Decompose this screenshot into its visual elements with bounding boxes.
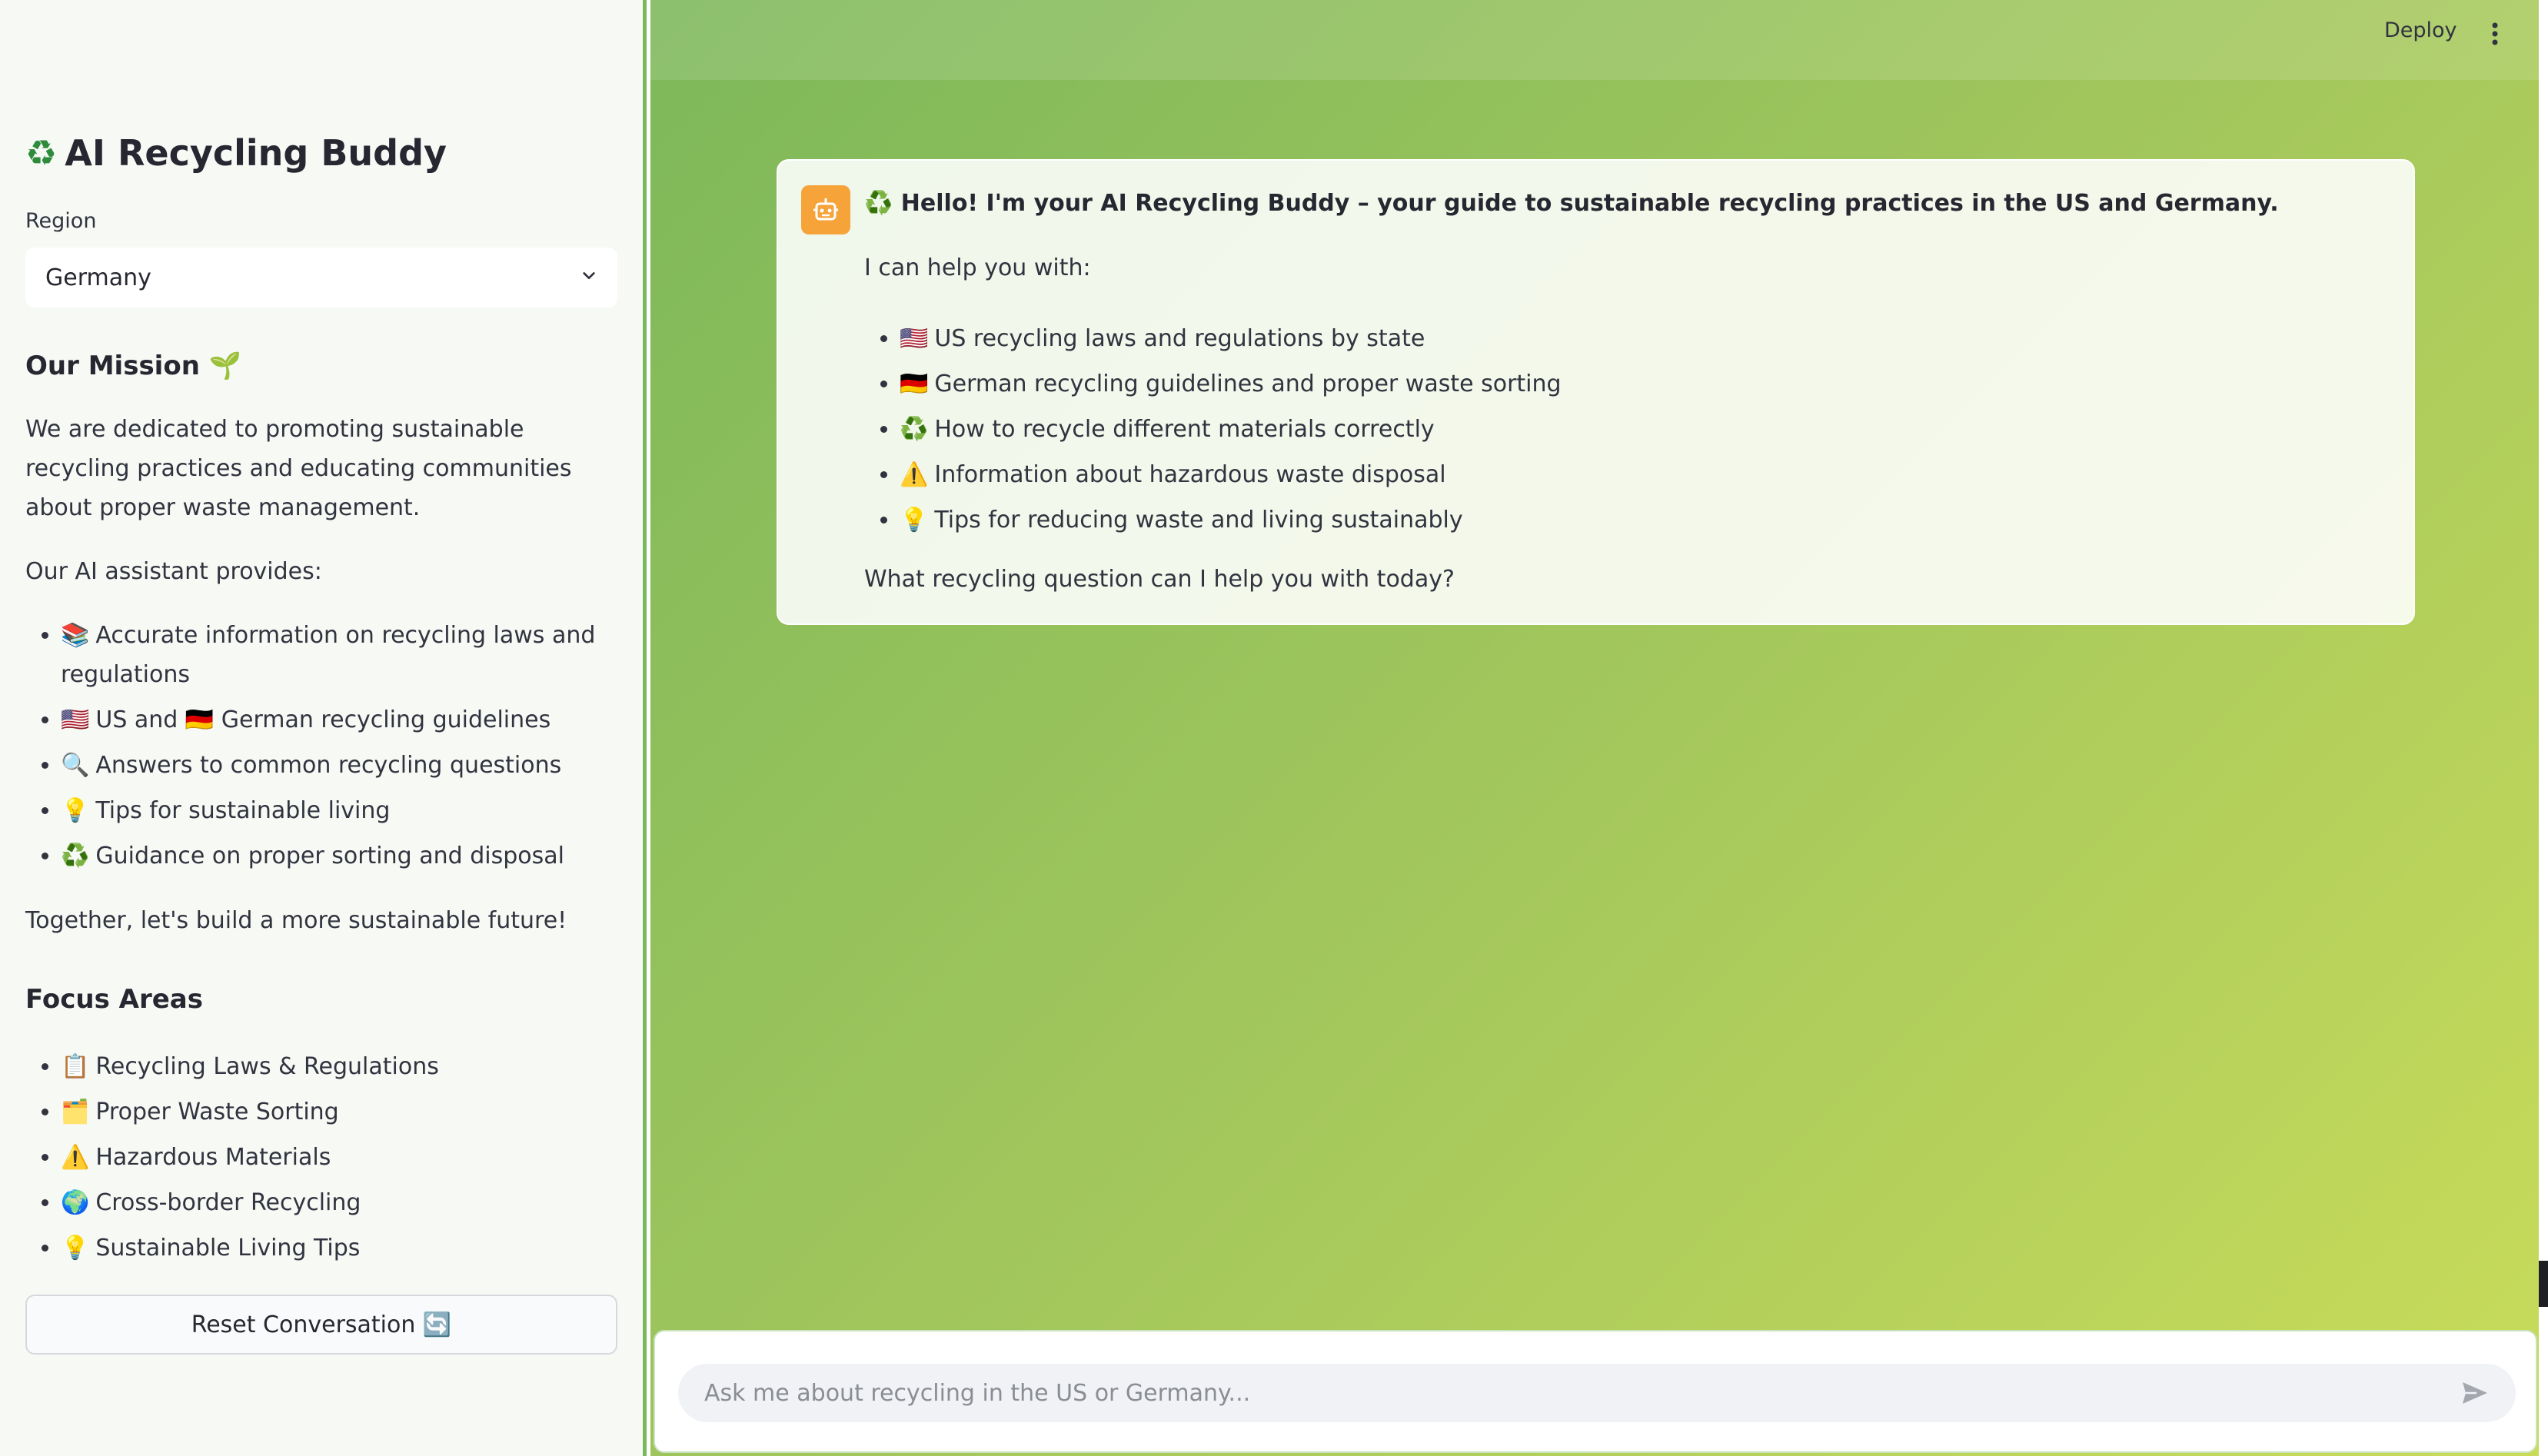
focus-heading: Focus Areas xyxy=(25,984,203,1015)
assistant-message: ♻️ Hello! I'm your AI Recycling Buddy – … xyxy=(777,159,2415,625)
region-label: Region xyxy=(25,209,97,233)
us-flag-icon: 🇺🇸 xyxy=(900,325,929,352)
chat-input-container xyxy=(654,1330,2537,1453)
list-item: 🔍Answers to common recycling questions xyxy=(61,746,622,785)
recycle-icon: ♻ xyxy=(25,132,58,174)
us-flag-icon: 🇺🇸 xyxy=(61,706,90,733)
message-closing: What recycling question can I help you w… xyxy=(864,566,1455,593)
mission-list: 📚Accurate information on recycling laws … xyxy=(25,616,622,882)
list-item: 💡Tips for sustainable living xyxy=(61,791,622,830)
app-title: ♻ AI Recycling Buddy xyxy=(25,132,447,174)
chevron-down-icon xyxy=(583,272,595,280)
mission-heading: Our Mission 🌱 xyxy=(25,351,242,381)
mission-intro: Our AI assistant provides: xyxy=(25,558,322,585)
message-heading: ♻️ Hello! I'm your AI Recycling Buddy – … xyxy=(864,190,2279,217)
list-item: 📋Recycling Laws & Regulations xyxy=(61,1047,622,1086)
list-item: 🌍Cross-border Recycling xyxy=(61,1183,622,1222)
list-item: 💡Sustainable Living Tips xyxy=(61,1228,622,1268)
deploy-button[interactable]: Deploy xyxy=(2384,18,2457,42)
main-area: Deploy ♻️ Hello! I'm your AI Recycling B… xyxy=(650,0,2548,1456)
robot-icon xyxy=(813,198,838,221)
focus-list: 📋Recycling Laws & Regulations 🗂️Proper W… xyxy=(25,1047,622,1274)
list-item: 🇺🇸US and 🇩🇪 German recycling guidelines xyxy=(61,700,622,740)
list-item: 🇩🇪German recycling guidelines and proper… xyxy=(900,361,1562,407)
region-selected-value: Germany xyxy=(45,264,151,291)
books-icon: 📚 xyxy=(61,622,90,649)
message-list: 🇺🇸US recycling laws and regulations by s… xyxy=(864,316,1562,543)
list-item: ♻️How to recycle different materials cor… xyxy=(900,407,1562,452)
assistant-avatar xyxy=(801,185,850,234)
region-select[interactable]: Germany xyxy=(25,248,617,307)
globe-icon: 🌍 xyxy=(61,1189,90,1216)
mission-paragraph: We are dedicated to promoting sustainabl… xyxy=(25,416,572,521)
chat-input[interactable] xyxy=(678,1364,2516,1422)
list-item: 🇺🇸US recycling laws and regulations by s… xyxy=(900,316,1562,361)
window-edge-dark xyxy=(2539,1261,2548,1307)
reset-conversation-button[interactable]: Reset Conversation 🔄 xyxy=(25,1295,617,1355)
germany-flag-icon: 🇩🇪 xyxy=(900,371,929,397)
list-item: ⚠️Information about hazardous waste disp… xyxy=(900,452,1562,497)
list-item: 💡Tips for reducing waste and living sust… xyxy=(900,497,1562,543)
more-options-icon[interactable] xyxy=(2483,18,2506,49)
lightbulb-icon: 💡 xyxy=(900,507,929,534)
recycle-icon: ♻️ xyxy=(900,416,929,443)
warning-icon: ⚠️ xyxy=(61,1144,90,1171)
sidebar: ♻ AI Recycling Buddy Region Germany Our M… xyxy=(0,0,647,1456)
recycle-icon: ♻️ xyxy=(61,843,90,869)
list-item: ⚠️Hazardous Materials xyxy=(61,1138,622,1177)
message-intro: I can help you with: xyxy=(864,254,1091,281)
window-edge xyxy=(2539,0,2548,1456)
mission-closing: Together, let's build a more sustainable… xyxy=(25,907,567,934)
lightbulb-icon: 💡 xyxy=(61,1235,90,1262)
list-item: 🗂️Proper Waste Sorting xyxy=(61,1092,622,1132)
top-toolbar: Deploy xyxy=(650,0,2542,80)
card-index-icon: 🗂️ xyxy=(61,1099,90,1125)
warning-icon: ⚠️ xyxy=(900,461,929,488)
magnifier-icon: 🔍 xyxy=(61,752,90,779)
send-icon[interactable] xyxy=(2458,1376,2492,1410)
list-item: 📚Accurate information on recycling laws … xyxy=(61,616,622,694)
clipboard-icon: 📋 xyxy=(61,1053,90,1080)
list-item: ♻️Guidance on proper sorting and disposa… xyxy=(61,836,622,876)
lightbulb-icon: 💡 xyxy=(61,797,90,824)
